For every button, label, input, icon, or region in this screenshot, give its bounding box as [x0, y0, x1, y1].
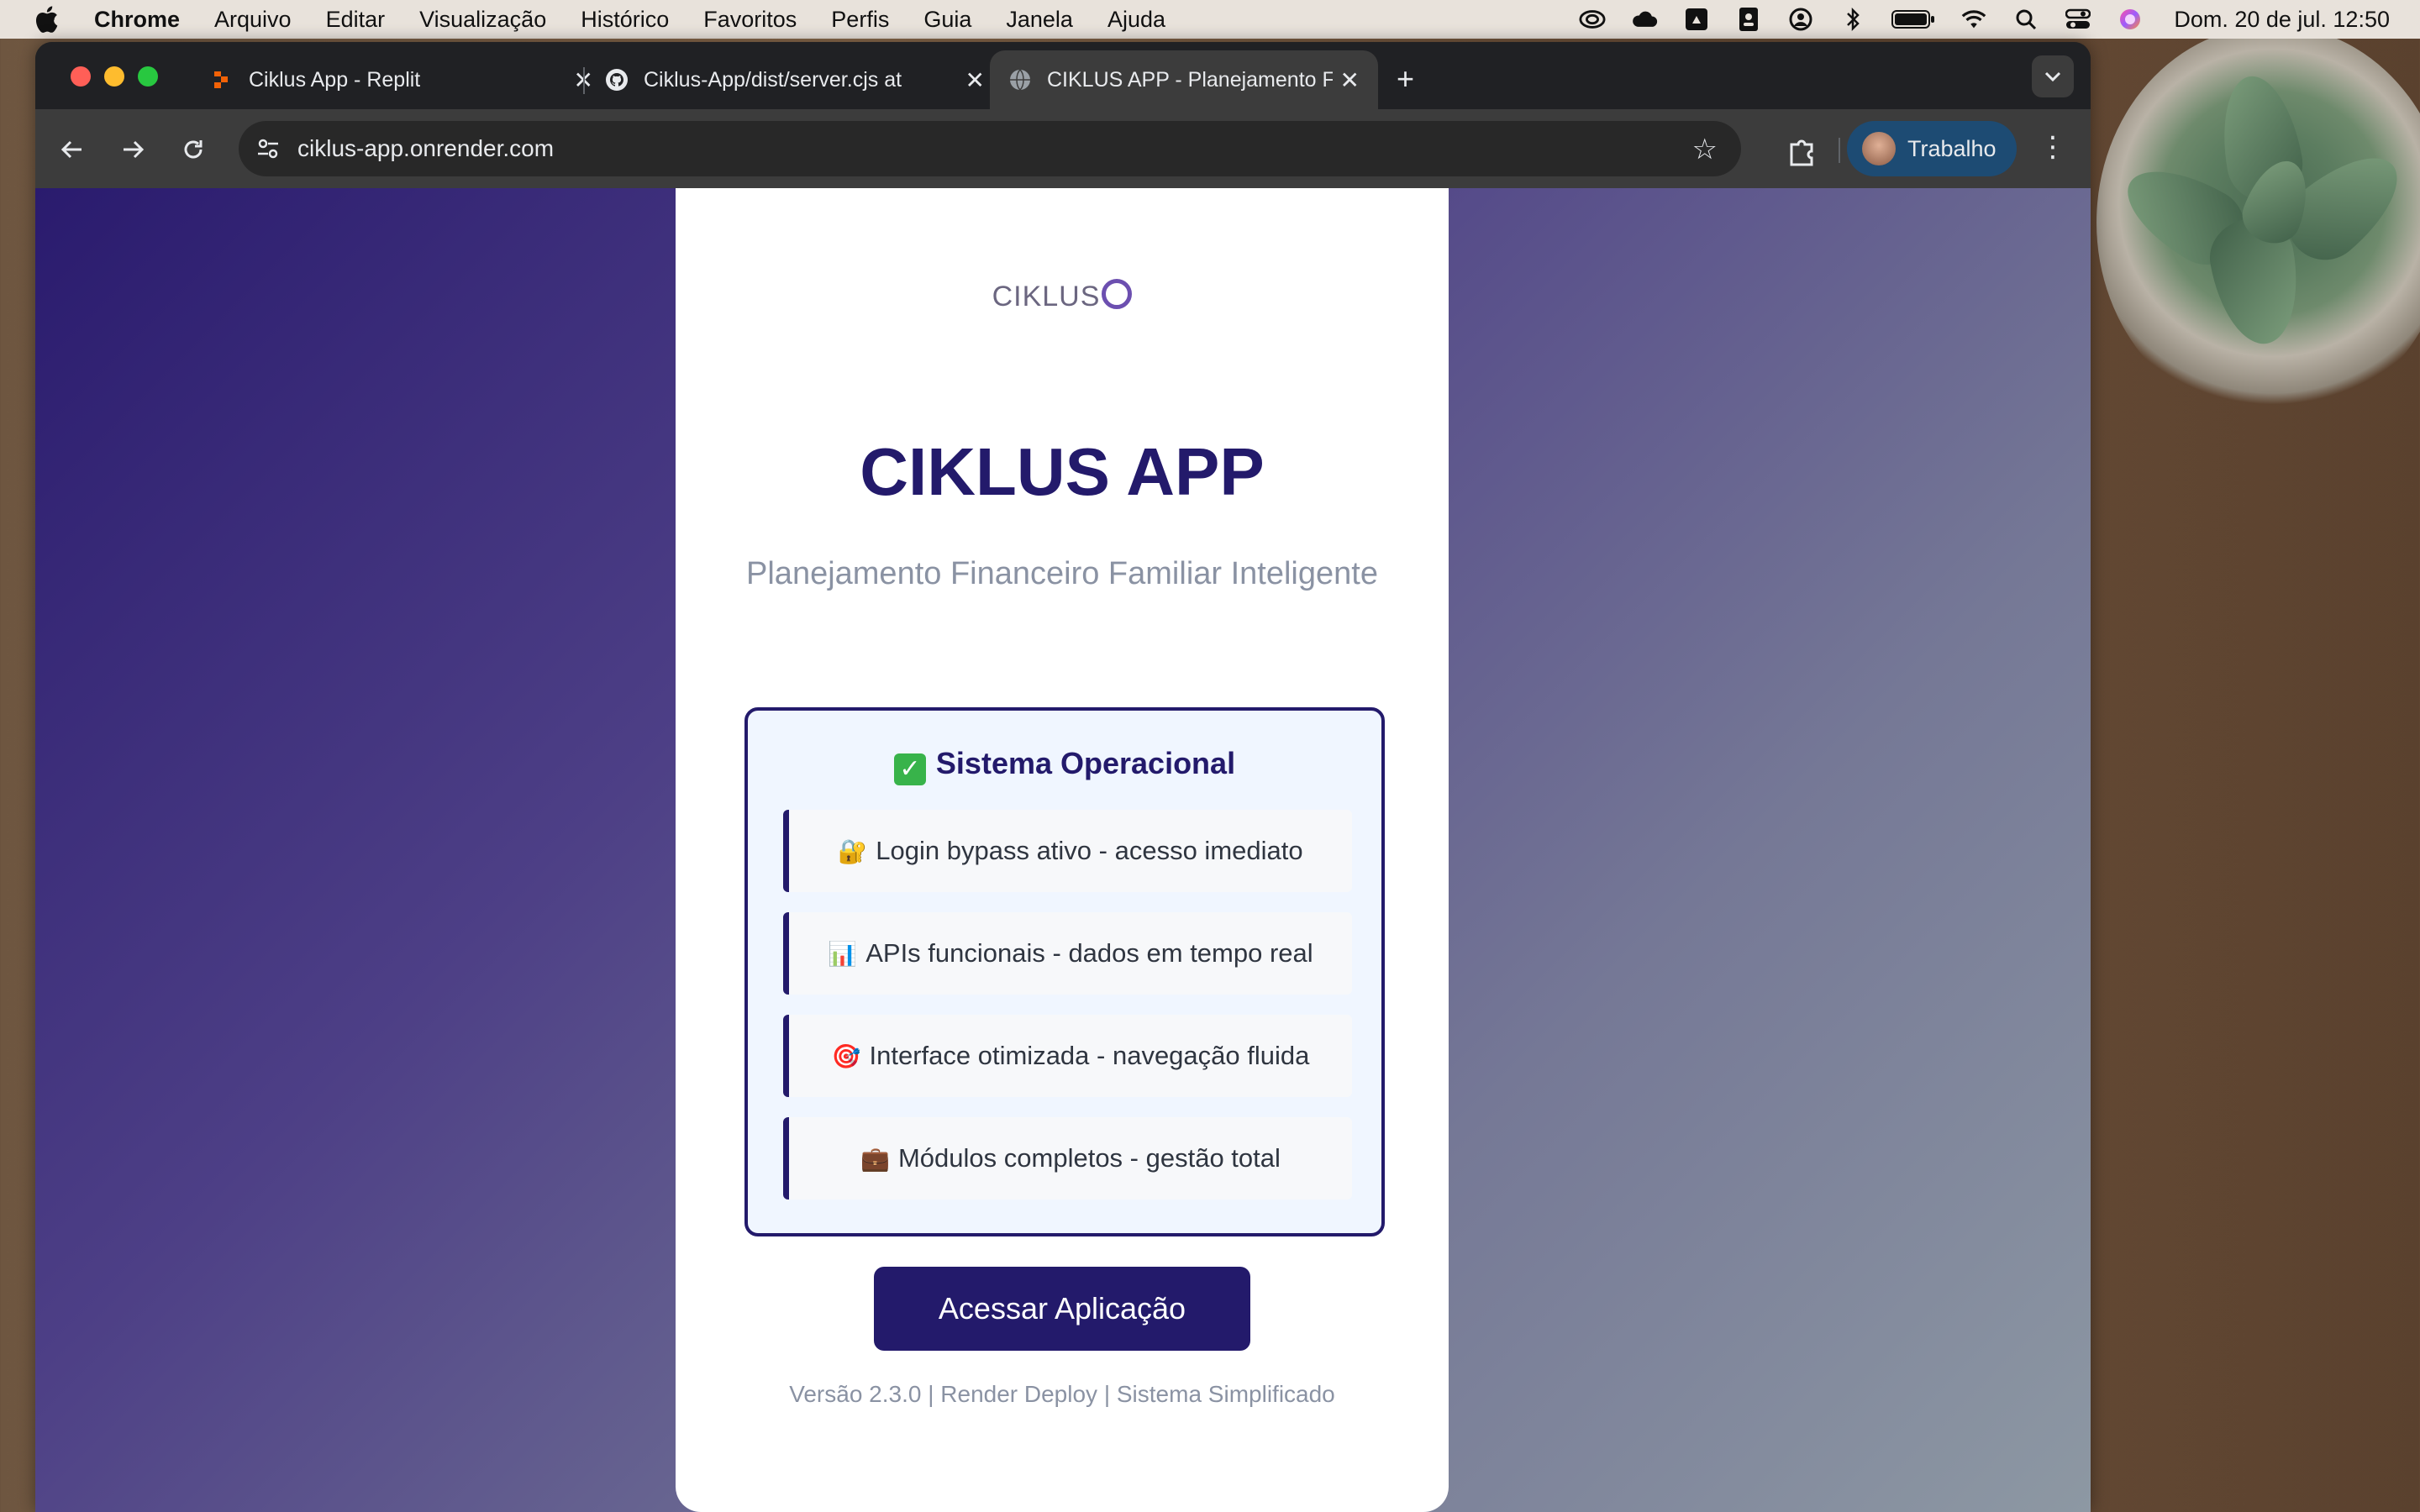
tab-replit[interactable]: Ciklus App - Replit ✕	[192, 50, 612, 109]
menu-arquivo[interactable]: Arquivo	[214, 7, 292, 33]
menu-visualizacao[interactable]: Visualização	[419, 7, 546, 33]
arrow-right-icon	[124, 140, 145, 159]
reload-button[interactable]	[176, 133, 210, 166]
menu-bar-clock[interactable]: Dom. 20 de jul. 12:50	[2174, 7, 2390, 33]
macos-menu-bar: Chrome Arquivo Editar Visualização Histó…	[0, 0, 2420, 39]
desktop-plant-photo	[2096, 25, 2420, 420]
bluetooth-icon[interactable]	[1839, 7, 1866, 32]
menu-favoritos[interactable]: Favoritos	[703, 7, 797, 33]
siri-icon[interactable]	[2117, 8, 2144, 30]
tab-title: Ciklus App - Replit	[249, 67, 421, 92]
creative-cloud-icon[interactable]	[1579, 8, 1606, 30]
tab-title: Ciklus-App/dist/server.cjs at	[644, 67, 902, 92]
feature-item-apis: 📊 APIs funcionais - dados em tempo real	[783, 912, 1352, 995]
profile-button[interactable]: Trabalho	[1847, 121, 2017, 176]
battery-icon[interactable]	[1891, 8, 1935, 30]
feature-item-login: 🔐 Login bypass ativo - acesso imediato	[783, 810, 1352, 892]
search-icon[interactable]	[2012, 8, 2039, 30]
toolbar-separator	[1839, 138, 1840, 163]
feature-text: Login bypass ativo - acesso imediato	[876, 836, 1303, 865]
close-window-button[interactable]	[71, 66, 91, 87]
page-viewport: CIKLUS CIKLUS APP Planejamento Financeir…	[35, 188, 2091, 1512]
control-center-icon[interactable]	[2065, 8, 2091, 30]
tab-github[interactable]: Ciklus-App/dist/server.cjs at ✕	[587, 50, 1003, 109]
menu-janela[interactable]: Janela	[1006, 7, 1073, 33]
url-text[interactable]: ciklus-app.onrender.com	[297, 121, 554, 176]
minimize-window-button[interactable]	[104, 66, 124, 87]
check-mark-icon: ✓	[893, 753, 926, 785]
site-settings-icon[interactable]	[255, 136, 281, 161]
user-circle-icon[interactable]	[1787, 8, 1814, 31]
bookmark-star-icon[interactable]: ☆	[1692, 133, 1718, 166]
extensions-puzzle-icon[interactable]	[1785, 134, 1818, 168]
access-app-button[interactable]: Acessar Aplicação	[874, 1267, 1250, 1351]
browser-window: Ciklus App - Replit ✕ Ciklus-App/dist/se…	[35, 42, 2091, 1512]
globe-icon	[1008, 68, 1032, 92]
tab-separator	[583, 67, 585, 94]
wifi-icon[interactable]	[1960, 8, 1987, 30]
address-bar[interactable]: ciklus-app.onrender.com ☆	[239, 121, 1741, 176]
bar-chart-icon: 📊	[828, 940, 858, 967]
tab-strip: Ciklus App - Replit ✕ Ciklus-App/dist/se…	[35, 42, 2091, 109]
feature-text: Interface otimizada - navegação fluida	[869, 1041, 1310, 1070]
menu-app-name[interactable]: Chrome	[94, 7, 180, 33]
feature-text: Módulos completos - gestão total	[897, 1143, 1281, 1173]
github-icon	[605, 68, 629, 92]
status-heading: ✓ Sistema Operacional	[748, 746, 1381, 785]
landing-card: CIKLUS CIKLUS APP Planejamento Financeir…	[676, 188, 1449, 1512]
target-icon: 🎯	[831, 1042, 861, 1069]
chevron-down-icon	[2044, 71, 2061, 81]
close-tab-icon[interactable]: ✕	[1340, 66, 1360, 94]
close-tab-icon[interactable]: ✕	[965, 66, 985, 94]
ciklus-logo: CIKLUS	[676, 279, 1449, 313]
contacts-icon[interactable]	[1735, 8, 1762, 31]
forward-button[interactable]	[116, 133, 150, 166]
version-footer: Versão 2.3.0 | Render Deploy | Sistema S…	[789, 1381, 1335, 1407]
profile-label: Trabalho	[1907, 135, 1996, 161]
status-heading-text: Sistema Operacional	[935, 746, 1236, 780]
feature-text: APIs funcionais - dados em tempo real	[865, 938, 1313, 968]
menu-ajuda[interactable]: Ajuda	[1107, 7, 1165, 33]
replit-icon	[210, 68, 234, 92]
tab-title: CIKLUS APP - Planejamento F	[1047, 67, 1333, 92]
menu-guia[interactable]: Guia	[923, 7, 971, 33]
drive-icon[interactable]	[1683, 8, 1710, 30]
tab-ciklus-active[interactable]: CIKLUS APP - Planejamento F ✕	[990, 50, 1378, 109]
back-button[interactable]	[55, 133, 89, 166]
page-title: CIKLUS APP	[860, 434, 1265, 509]
menu-historico[interactable]: Histórico	[581, 7, 669, 33]
logo-text: CIKLUS	[992, 281, 1101, 312]
more-options-icon[interactable]: ⋮	[2039, 133, 2067, 161]
briefcase-icon: 💼	[860, 1145, 890, 1172]
apple-icon[interactable]	[34, 5, 59, 34]
menu-editar[interactable]: Editar	[326, 7, 386, 33]
feature-item-interface: 🎯 Interface otimizada - navegação fluida	[783, 1015, 1352, 1097]
lock-key-icon: 🔐	[838, 837, 868, 864]
menu-perfis[interactable]: Perfis	[831, 7, 889, 33]
logo-ring-icon	[1102, 279, 1133, 309]
avatar	[1862, 132, 1896, 165]
status-panel: ✓ Sistema Operacional 🔐 Login bypass ativ…	[744, 707, 1385, 1236]
maximize-window-button[interactable]	[138, 66, 158, 87]
browser-toolbar: ciklus-app.onrender.com ☆ Trabalho ⋮	[35, 109, 2091, 188]
new-tab-button[interactable]: +	[1397, 64, 1414, 94]
page-subtitle: Planejamento Financeiro Familiar Intelig…	[746, 556, 1378, 591]
tab-search-dropdown[interactable]	[2032, 55, 2074, 97]
arrow-left-icon	[60, 140, 82, 159]
cloud-icon[interactable]	[1631, 8, 1658, 30]
reload-icon	[184, 140, 203, 159]
feature-item-modules: 💼 Módulos completos - gestão total	[783, 1117, 1352, 1200]
